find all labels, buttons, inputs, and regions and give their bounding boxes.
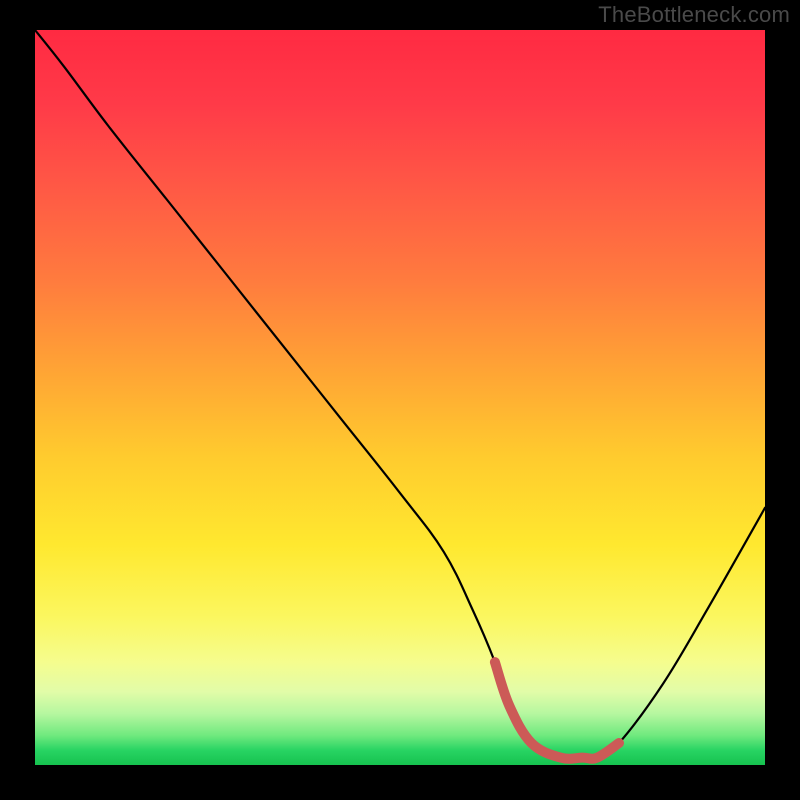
plot-area — [35, 30, 765, 765]
curve-highlight-segment — [495, 662, 619, 759]
bottleneck-curve-path — [35, 30, 765, 759]
curve-layer — [35, 30, 765, 765]
chart-container: TheBottleneck.com — [0, 0, 800, 800]
watermark-text: TheBottleneck.com — [598, 2, 790, 28]
